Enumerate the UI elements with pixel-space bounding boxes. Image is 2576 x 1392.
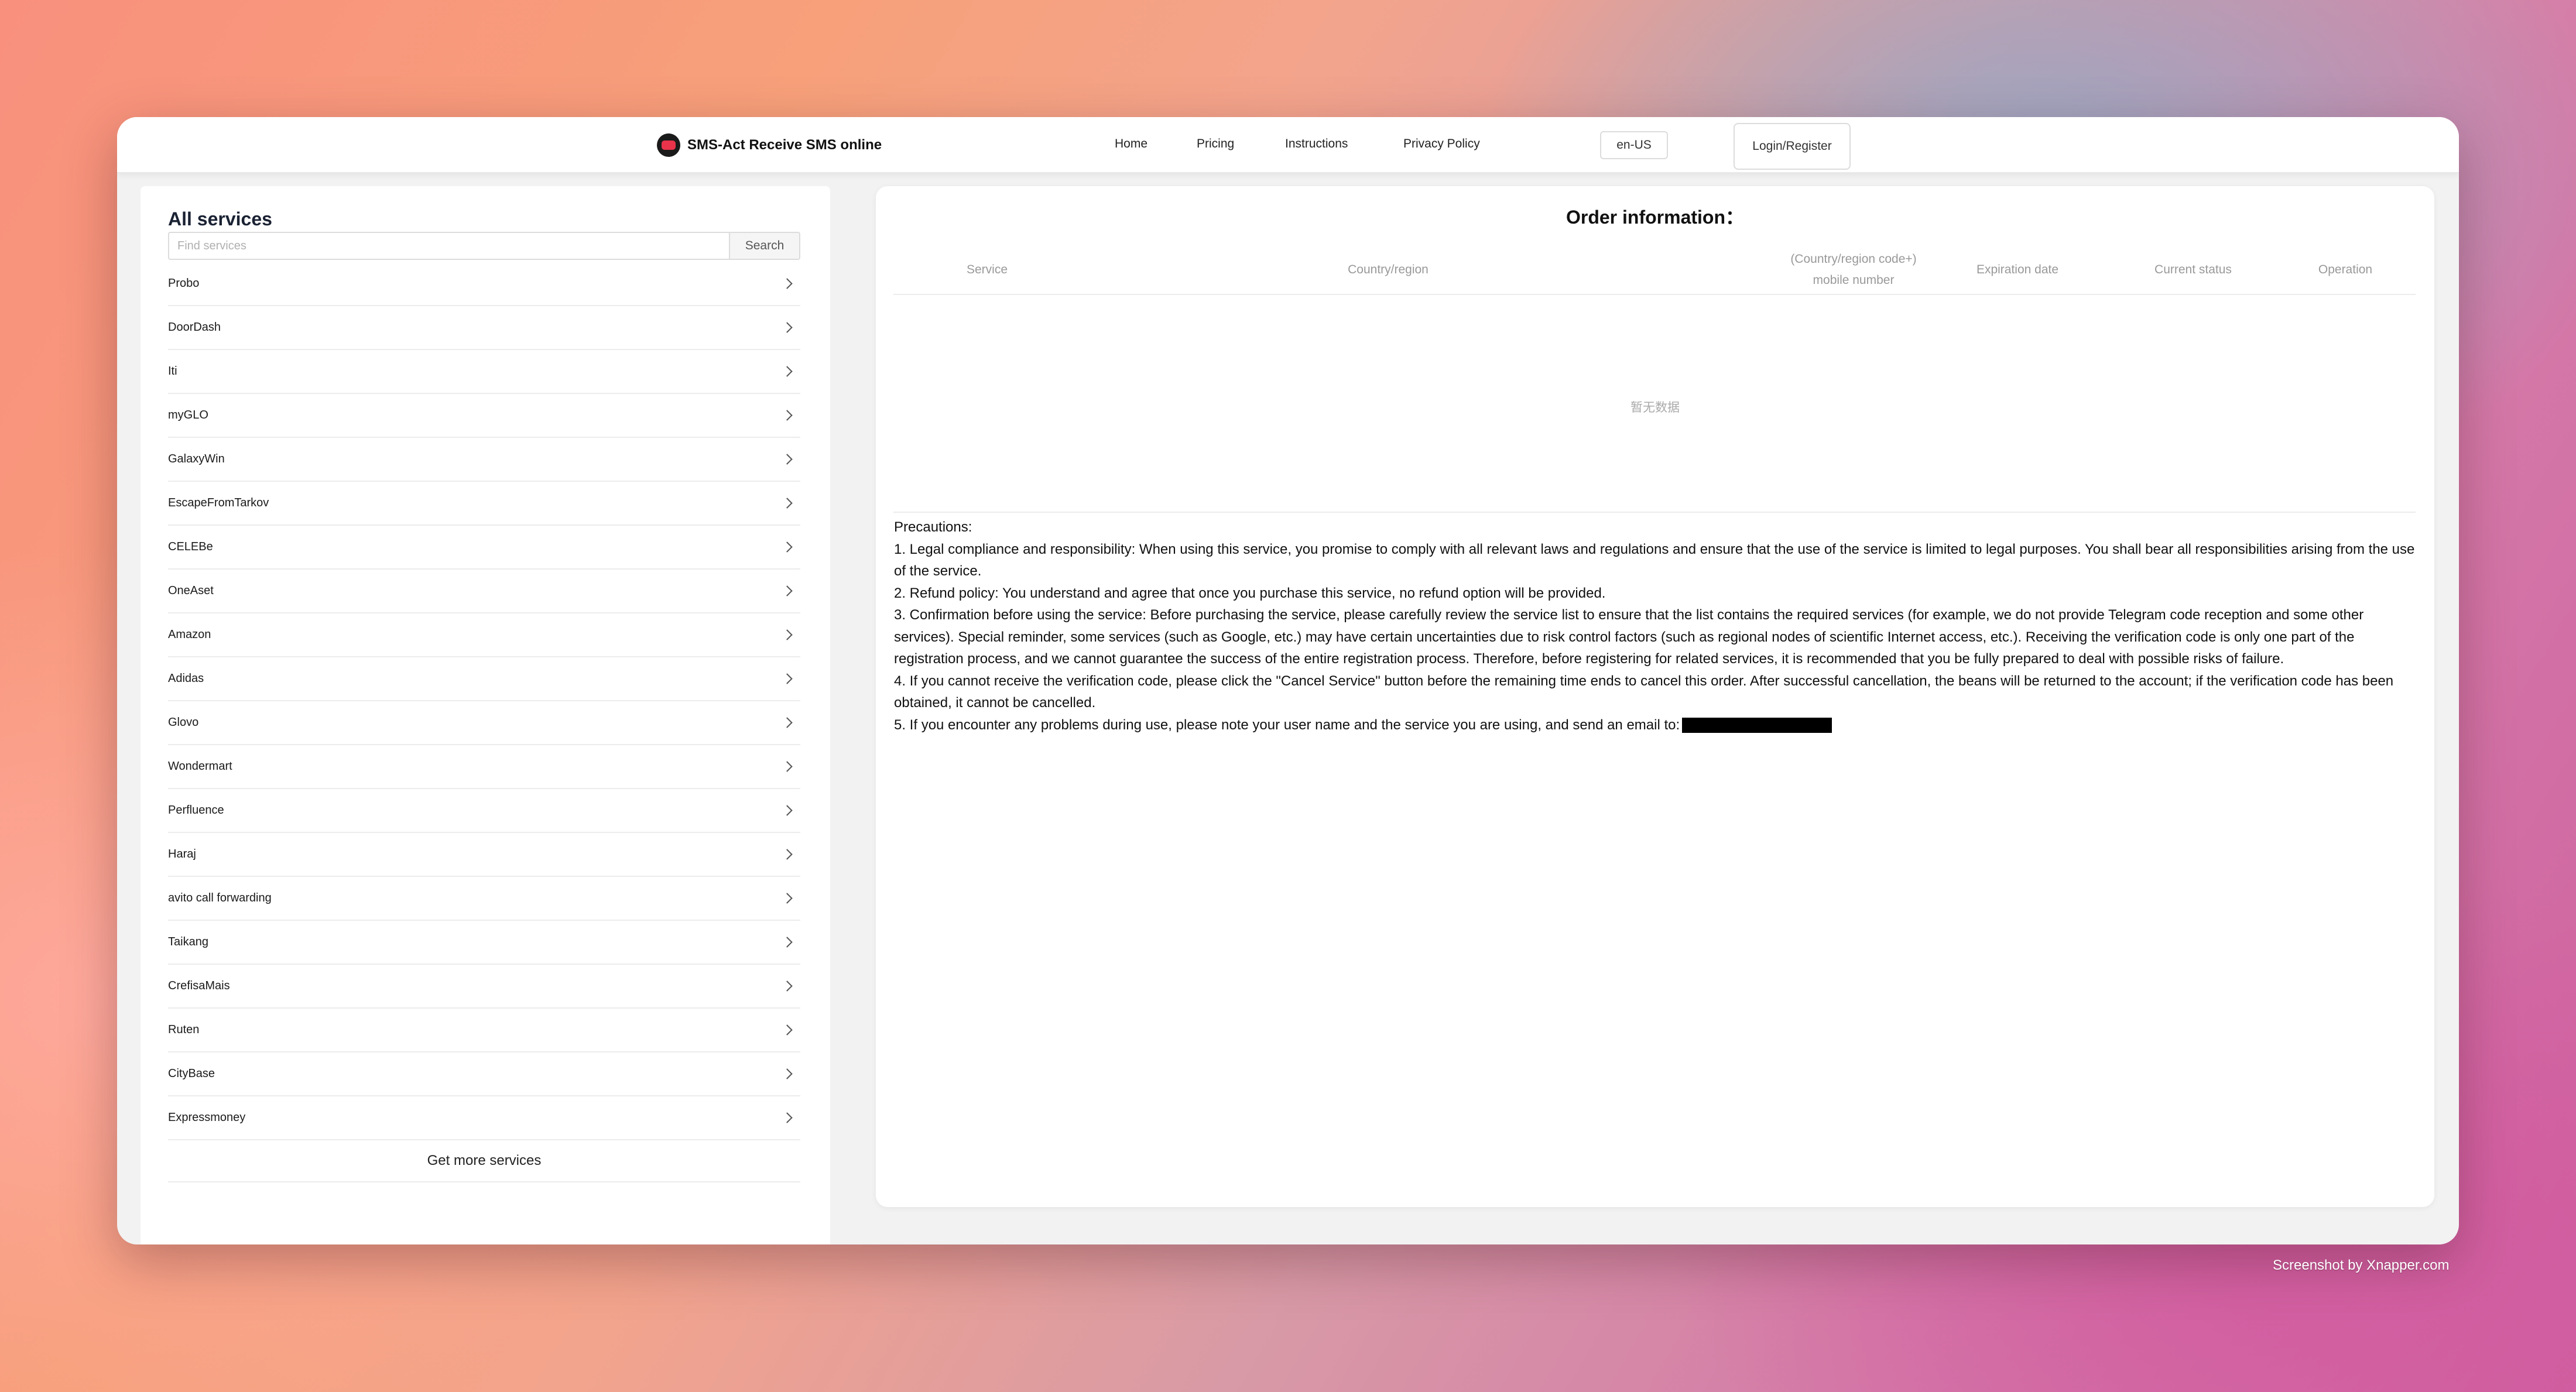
order-title: Order information： xyxy=(1566,207,1745,228)
service-item-crefisamais[interactable]: CrefisaMais xyxy=(168,965,800,1009)
precaution-item-5: 5. If you encounter any problems during … xyxy=(894,716,1680,733)
redacted-email xyxy=(1682,718,1832,733)
search-input[interactable] xyxy=(168,232,729,260)
column-header-expiration-date: Expiration date xyxy=(1976,263,2059,276)
chevron-right-icon xyxy=(782,893,793,904)
service-item-escapefromtarkov[interactable]: EscapeFromTarkov xyxy=(168,482,800,526)
service-name: EscapeFromTarkov xyxy=(168,496,269,509)
chevron-right-icon xyxy=(782,410,793,421)
column-header-service: Service xyxy=(966,263,1008,276)
chevron-right-icon xyxy=(782,629,793,640)
service-item-celebe[interactable]: CELEBe xyxy=(168,526,800,570)
chevron-right-icon xyxy=(782,761,793,772)
chevron-right-icon xyxy=(782,498,793,509)
service-item-amazon[interactable]: Amazon xyxy=(168,613,800,657)
brand[interactable]: SMS-Act Receive SMS online xyxy=(657,133,882,157)
order-panel: Order information： Service Country/regio… xyxy=(876,186,2434,1207)
chevron-right-icon xyxy=(782,278,793,289)
service-item-avito-call-forwarding[interactable]: avito call forwarding xyxy=(168,877,800,921)
sidebar-title: All services xyxy=(168,208,272,229)
service-name: OneAset xyxy=(168,584,214,597)
nav-home[interactable]: Home xyxy=(1115,137,1147,151)
service-name: avito call forwarding xyxy=(168,892,272,904)
nav-pricing[interactable]: Pricing xyxy=(1197,137,1234,151)
service-item-expressmoney[interactable]: Expressmoney xyxy=(168,1096,800,1140)
precaution-item-3: 3. Confirmation before using the service… xyxy=(894,607,2364,667)
service-name: CELEBe xyxy=(168,540,213,553)
service-list: Probo DoorDash Iti myGLO GalaxyWin Escap… xyxy=(168,262,800,1182)
service-item-ruten[interactable]: Ruten xyxy=(168,1009,800,1052)
precaution-item-1: 1. Legal compliance and responsibility: … xyxy=(894,541,2415,580)
chat-bubble-logo-icon xyxy=(657,133,680,157)
chevron-right-icon xyxy=(782,454,793,465)
watermark: Screenshot by Xnapper.com xyxy=(2273,1257,2450,1273)
get-more-services-link[interactable]: Get more services xyxy=(168,1140,800,1182)
nav-privacy-policy[interactable]: Privacy Policy xyxy=(1403,137,1480,151)
service-name: Ruten xyxy=(168,1023,200,1036)
service-item-myglo[interactable]: myGLO xyxy=(168,394,800,438)
chevron-right-icon xyxy=(782,980,793,992)
language-select[interactable]: en-US xyxy=(1600,131,1668,159)
divider xyxy=(893,512,2416,513)
chevron-right-icon xyxy=(782,541,793,553)
service-name: Perfluence xyxy=(168,804,224,817)
chevron-right-icon xyxy=(782,585,793,596)
service-name: Glovo xyxy=(168,716,199,729)
service-name: CityBase xyxy=(168,1067,215,1080)
precaution-item-4: 4. If you cannot receive the verificatio… xyxy=(894,673,2394,711)
chevron-right-icon xyxy=(782,1024,793,1036)
column-header-country: Country/region xyxy=(1348,263,1429,276)
precaution-item-5-wrap: 5. If you encounter any problems during … xyxy=(894,714,2416,736)
service-search: Search xyxy=(168,232,800,260)
chevron-right-icon xyxy=(782,1068,793,1079)
service-item-oneaset[interactable]: OneAset xyxy=(168,570,800,613)
browser-window: SMS-Act Receive SMS online Home Pricing … xyxy=(117,117,2459,1244)
service-name: Expressmoney xyxy=(168,1111,246,1124)
nav-instructions[interactable]: Instructions xyxy=(1285,137,1348,151)
service-item-perfluence[interactable]: Perfluence xyxy=(168,789,800,833)
chevron-right-icon xyxy=(782,805,793,816)
service-item-wondermart[interactable]: Wondermart xyxy=(168,745,800,789)
chevron-right-icon xyxy=(782,849,793,860)
chevron-right-icon xyxy=(782,322,793,333)
brand-name: SMS-Act Receive SMS online xyxy=(687,137,882,153)
services-sidebar: All services Search Probo DoorDash Iti m… xyxy=(141,186,830,1244)
column-header-operation: Operation xyxy=(2318,263,2373,276)
chevron-right-icon xyxy=(782,937,793,948)
login-register-button[interactable]: Login/Register xyxy=(1734,123,1851,170)
service-name: CrefisaMais xyxy=(168,979,230,992)
service-name: Amazon xyxy=(168,628,211,641)
search-button[interactable]: Search xyxy=(729,232,800,260)
service-name: Taikang xyxy=(168,935,208,948)
service-name: GalaxyWin xyxy=(168,452,225,465)
top-navbar: SMS-Act Receive SMS online Home Pricing … xyxy=(117,117,2459,173)
chevron-right-icon xyxy=(782,366,793,377)
service-name: Iti xyxy=(168,365,177,378)
service-name: Wondermart xyxy=(168,760,232,773)
chevron-right-icon xyxy=(782,673,793,684)
service-item-doordash[interactable]: DoorDash xyxy=(168,306,800,350)
service-name: Probo xyxy=(168,277,200,290)
service-item-iti[interactable]: Iti xyxy=(168,350,800,394)
service-name: Adidas xyxy=(168,672,204,685)
service-item-glovo[interactable]: Glovo xyxy=(168,701,800,745)
service-item-adidas[interactable]: Adidas xyxy=(168,657,800,701)
order-table-header: Service Country/region (Country/region c… xyxy=(893,245,2416,295)
precaution-item-2: 2. Refund policy: You understand and agr… xyxy=(894,585,1606,601)
precautions: Precautions: 1. Legal compliance and res… xyxy=(894,516,2416,736)
column-header-mobile-number: (Country/region code+) mobile number xyxy=(1790,252,1917,287)
service-item-taikang[interactable]: Taikang xyxy=(168,921,800,965)
chevron-right-icon xyxy=(782,717,793,728)
service-item-haraj[interactable]: Haraj xyxy=(168,833,800,877)
chevron-right-icon xyxy=(782,1112,793,1123)
column-header-current-status: Current status xyxy=(2154,263,2232,276)
service-item-citybase[interactable]: CityBase xyxy=(168,1052,800,1096)
service-item-galaxywin[interactable]: GalaxyWin xyxy=(168,438,800,482)
service-name: Haraj xyxy=(168,848,196,860)
service-item-probo[interactable]: Probo xyxy=(168,262,800,306)
precautions-heading: Precautions: xyxy=(894,519,972,535)
service-name: DoorDash xyxy=(168,321,221,334)
service-name: myGLO xyxy=(168,409,208,421)
empty-table-text: 暂无数据 xyxy=(1630,401,1680,414)
